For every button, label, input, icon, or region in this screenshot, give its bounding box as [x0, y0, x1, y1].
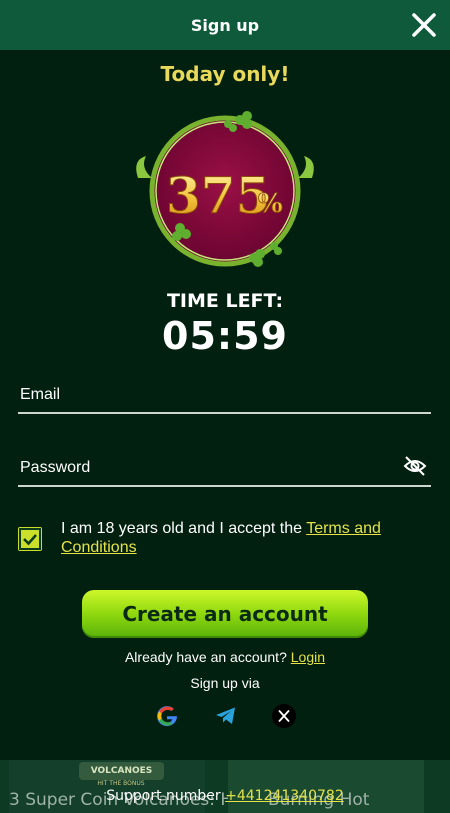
- signup-via-label: Sign up via: [190, 675, 260, 691]
- create-account-button[interactable]: Create an account: [82, 590, 368, 638]
- google-icon: [157, 706, 177, 727]
- consent-label: I am 18 years old and I accept the: [61, 520, 307, 537]
- support-phone-link[interactable]: +441241340782: [225, 788, 344, 804]
- login-prompt-text: Already have an account?: [124, 649, 291, 665]
- age-terms-checkbox[interactable]: [18, 527, 42, 551]
- google-signup-button[interactable]: [155, 704, 179, 728]
- promo-label: Today only!: [160, 62, 290, 86]
- login-prompt: Already have an account? Login: [0, 649, 450, 665]
- login-link[interactable]: Login: [291, 649, 325, 665]
- game-card[interactable]: VOLCANOES HIT THE BONUS 3 Super Coin Vol…: [9, 760, 278, 813]
- game-card[interactable]: Burning Hot: [228, 760, 424, 813]
- bonus-unit: %: [258, 189, 283, 219]
- modal-title: Sign up: [190, 16, 260, 35]
- game-logo: VOLCANOES: [79, 762, 164, 780]
- bonus-badge: 375 %: [136, 111, 314, 267]
- telegram-signup-button[interactable]: [214, 704, 238, 728]
- consent-text: I am 18 years old and I accept the Terms…: [61, 519, 421, 557]
- bonus-number: 375: [166, 166, 270, 225]
- countdown-timer: 05:59: [162, 314, 288, 358]
- x-icon: [272, 704, 296, 728]
- background-games-strip: VOLCANOES HIT THE BONUS 3 Super Coin Vol…: [0, 760, 450, 813]
- x-signup-button[interactable]: [272, 704, 296, 728]
- eye-off-icon: [403, 456, 427, 476]
- signup-modal: Sign up Today only! 375 % TIME LEFT: 05:…: [0, 0, 450, 760]
- close-icon: [412, 13, 436, 37]
- toggle-password-visibility-button[interactable]: [403, 455, 427, 477]
- time-left-label: TIME LEFT:: [166, 290, 284, 312]
- password-field-wrapper: [18, 449, 431, 487]
- modal-header: Sign up: [0, 0, 450, 50]
- close-button[interactable]: [410, 11, 438, 39]
- support-number: Support number +441241340782: [0, 788, 450, 804]
- telegram-icon: [216, 707, 235, 724]
- email-field-wrapper: [18, 376, 431, 414]
- checkmark-icon: [19, 528, 41, 550]
- email-field[interactable]: [18, 380, 402, 410]
- password-field[interactable]: [18, 453, 402, 483]
- support-text: Support number: [106, 788, 226, 804]
